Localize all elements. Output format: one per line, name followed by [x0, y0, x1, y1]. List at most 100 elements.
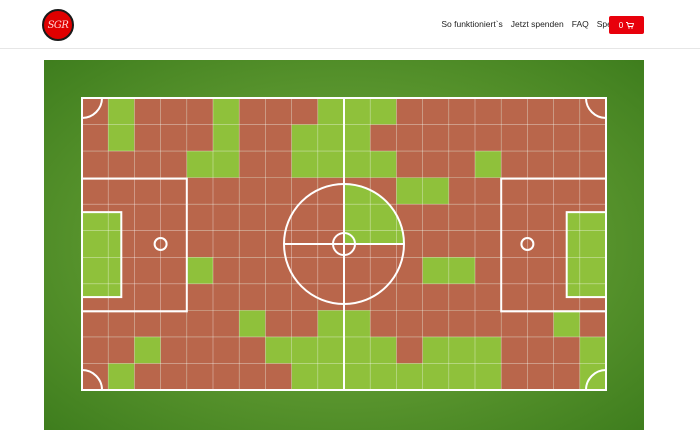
pitch-cell[interactable] [448, 257, 475, 284]
pitch-cell[interactable] [213, 336, 240, 364]
pitch-cell[interactable] [317, 98, 344, 125]
pitch-cell[interactable] [134, 310, 161, 337]
pitch-cell[interactable] [134, 336, 161, 364]
pitch-cell[interactable] [475, 98, 502, 125]
pitch-cell[interactable] [579, 363, 606, 390]
pitch-cell[interactable] [553, 124, 580, 152]
pitch-cell[interactable] [186, 336, 213, 364]
pitch-cell[interactable] [475, 336, 502, 364]
pitch-cell[interactable] [501, 310, 528, 337]
pitch-cell[interactable] [291, 151, 318, 178]
pitch-cell[interactable] [239, 257, 266, 284]
pitch-cell[interactable] [265, 336, 292, 364]
pitch-cell[interactable] [501, 151, 528, 178]
nav-donate-now[interactable]: Jetzt spenden [511, 19, 564, 29]
pitch-cell[interactable] [186, 257, 213, 284]
pitch-cell[interactable] [553, 151, 580, 178]
pitch-cell[interactable] [239, 204, 266, 231]
pitch-cell[interactable] [265, 151, 292, 178]
pitch-cell[interactable] [160, 151, 187, 178]
pitch-cell[interactable] [317, 336, 344, 364]
pitch-cell[interactable] [553, 310, 580, 337]
pitch-cell[interactable] [213, 98, 240, 125]
pitch-cell[interactable] [108, 310, 135, 337]
pitch-cell[interactable] [475, 204, 502, 231]
pitch-cell[interactable] [291, 336, 318, 364]
pitch-cell[interactable] [501, 336, 528, 364]
pitch-cell[interactable] [213, 310, 240, 337]
pitch-cell[interactable] [396, 363, 423, 390]
pitch-cell[interactable] [448, 204, 475, 231]
pitch-cell[interactable] [239, 310, 266, 337]
pitch-cell[interactable] [213, 283, 240, 311]
pitch-cell[interactable] [134, 98, 161, 125]
pitch-cell[interactable] [317, 310, 344, 337]
pitch-cell[interactable] [527, 363, 554, 390]
pitch-cell[interactable] [448, 336, 475, 364]
pitch-cell[interactable] [527, 98, 554, 125]
pitch-cell[interactable] [475, 151, 502, 178]
pitch-cell[interactable] [579, 124, 606, 152]
pitch-cell[interactable] [108, 336, 135, 364]
pitch-cell[interactable] [134, 151, 161, 178]
cart-button[interactable]: 0 [609, 16, 644, 34]
pitch-cell[interactable] [344, 98, 371, 125]
pitch-cell[interactable] [108, 98, 135, 125]
pitch-cell[interactable] [291, 124, 318, 152]
pitch-cell[interactable] [317, 363, 344, 390]
pitch-cell[interactable] [186, 124, 213, 152]
pitch-cell[interactable] [108, 151, 135, 178]
pitch-cell[interactable] [422, 151, 449, 178]
pitch-cell[interactable] [291, 98, 318, 125]
pitch-cell[interactable] [344, 310, 371, 337]
pitch-cell[interactable] [186, 204, 213, 231]
pitch-cell[interactable] [265, 283, 292, 311]
pitch-cell[interactable] [239, 177, 266, 205]
pitch-cell[interactable] [160, 336, 187, 364]
pitch-cell[interactable] [475, 283, 502, 311]
pitch-cell[interactable] [317, 151, 344, 178]
pitch-cell[interactable] [396, 124, 423, 152]
pitch-cell[interactable] [527, 336, 554, 364]
pitch-cell[interactable] [579, 151, 606, 178]
pitch-cell[interactable] [448, 310, 475, 337]
pitch-cell[interactable] [239, 336, 266, 364]
pitch-cell[interactable] [396, 336, 423, 364]
pitch-cell[interactable] [370, 310, 397, 337]
pitch-cell[interactable] [370, 124, 397, 152]
pitch-cell[interactable] [108, 363, 135, 390]
brand-logo[interactable]: SGR [42, 9, 74, 41]
pitch-cell[interactable] [265, 124, 292, 152]
pitch-cell[interactable] [475, 124, 502, 152]
pitch-cell[interactable] [422, 204, 449, 231]
pitch-cell[interactable] [422, 283, 449, 311]
pitch-cell[interactable] [475, 177, 502, 205]
pitch-cell[interactable] [396, 310, 423, 337]
pitch-cell[interactable] [160, 310, 187, 337]
pitch-cell[interactable] [396, 283, 423, 311]
pitch-cell[interactable] [475, 257, 502, 284]
pitch-cell[interactable] [396, 98, 423, 125]
pitch-cell[interactable] [186, 151, 213, 178]
pitch-cell[interactable] [553, 336, 580, 364]
pitch-cell[interactable] [239, 230, 266, 258]
pitch-cell[interactable] [422, 124, 449, 152]
pitch-cell[interactable] [186, 310, 213, 337]
pitch-cell[interactable] [448, 98, 475, 125]
pitch-cell[interactable] [448, 177, 475, 205]
pitch-cell[interactable] [82, 336, 109, 364]
pitch-cell[interactable] [422, 230, 449, 258]
pitch-cell[interactable] [265, 98, 292, 125]
pitch-cell[interactable] [239, 124, 266, 152]
pitch-cell[interactable] [422, 336, 449, 364]
pitch-cell[interactable] [186, 177, 213, 205]
pitch-cell[interactable] [448, 124, 475, 152]
pitch-cell[interactable] [475, 363, 502, 390]
pitch-cell[interactable] [186, 283, 213, 311]
pitch-cell[interactable] [501, 124, 528, 152]
pitch-cell[interactable] [160, 98, 187, 125]
pitch-cell[interactable] [448, 151, 475, 178]
pitch-cell[interactable] [475, 310, 502, 337]
pitch-cell[interactable] [265, 177, 292, 205]
pitch-cell[interactable] [186, 98, 213, 125]
